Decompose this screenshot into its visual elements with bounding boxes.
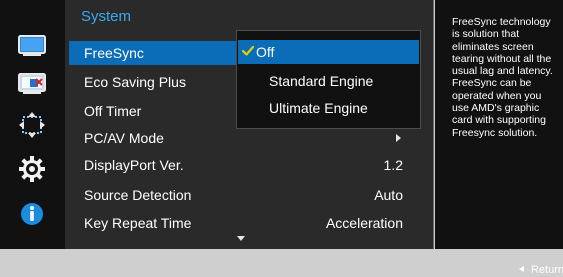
submenu-option-label: Ultimate Engine (269, 100, 368, 116)
menu-item-label: Off Timer (84, 103, 142, 119)
size-position-icon[interactable] (18, 111, 46, 139)
submenu-option-label: Off (256, 44, 275, 60)
menu-item-label: FreeSync (84, 45, 144, 61)
chevron-down-icon[interactable] (237, 236, 245, 241)
gear-icon[interactable] (18, 155, 46, 183)
menu-item-source-detection[interactable]: Source Detection Auto (69, 183, 419, 207)
monitor-osd-screen: System FreeSync Eco Saving Plus Off Time… (0, 0, 563, 277)
menu-item-label: Source Detection (84, 187, 192, 203)
panel-title: System (81, 8, 132, 25)
menu-item-value: Auto (374, 187, 403, 203)
footer-bar: Return (0, 249, 563, 277)
submenu-option-ultimate-engine[interactable]: Ultimate Engine (238, 96, 419, 120)
picture-icon[interactable] (18, 32, 46, 60)
menu-item-pc-av-mode[interactable]: PC/AV Mode (69, 126, 419, 150)
freesync-submenu: Off Standard Engine Ultimate Engine (236, 30, 421, 129)
return-label: Return (530, 264, 563, 276)
menu-item-label: Key Repeat Time (84, 215, 192, 231)
help-text: FreeSync technology is solution that eli… (452, 16, 553, 139)
return-button[interactable]: Return (518, 263, 563, 277)
return-arrow-icon (518, 266, 524, 272)
check-icon (242, 45, 254, 56)
menu-item-label: DisplayPort Ver. (84, 157, 184, 173)
help-panel: FreeSync technology is solution that eli… (435, 0, 563, 249)
info-icon[interactable] (18, 200, 46, 228)
sidebar (0, 0, 65, 249)
menu-item-value: Acceleration (325, 215, 403, 231)
menu-item-key-repeat-time[interactable]: Key Repeat Time Acceleration (69, 211, 419, 235)
color-icon[interactable] (18, 70, 46, 98)
submenu-option-off[interactable]: Off (238, 40, 419, 64)
menu-item-value: 1.2 (383, 157, 403, 173)
submenu-option-standard-engine[interactable]: Standard Engine (238, 69, 419, 93)
submenu-option-label: Standard Engine (269, 73, 374, 89)
menu-item-displayport-version[interactable]: DisplayPort Ver. 1.2 (69, 153, 419, 177)
menu-item-label: PC/AV Mode (84, 130, 164, 146)
chevron-right-icon (396, 134, 401, 142)
menu-item-label: Eco Saving Plus (84, 74, 186, 90)
